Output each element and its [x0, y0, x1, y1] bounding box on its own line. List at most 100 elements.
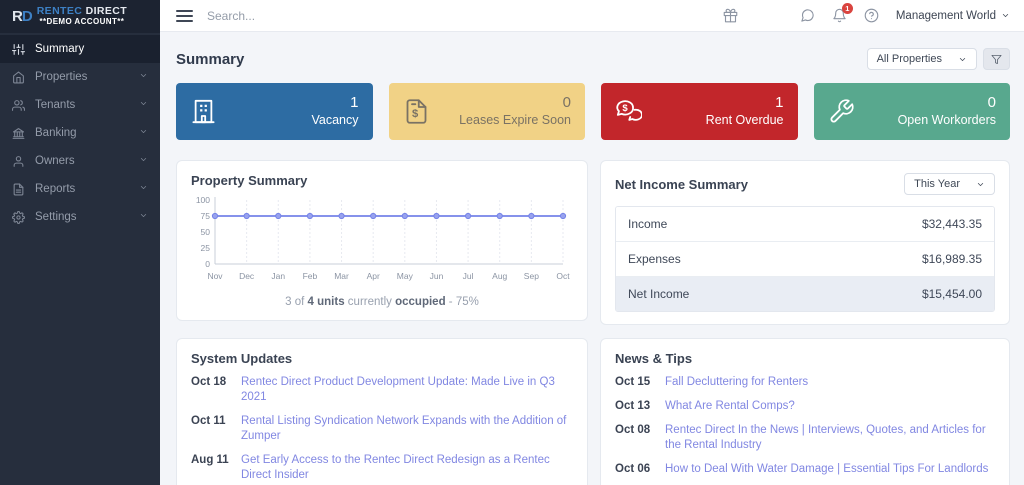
search-input[interactable]: [207, 8, 507, 23]
svg-text:Mar: Mar: [334, 271, 349, 281]
news-item: Oct 08 Rentec Direct In the News | Inter…: [615, 423, 995, 453]
stat-cards-row: 1 Vacancy $ 0 Leases Expire Soon $ 1 Ren: [176, 83, 1010, 140]
sidebar-item-label: Properties: [35, 71, 88, 83]
news-tips-title: News & Tips: [615, 351, 693, 366]
bell-icon[interactable]: 1: [832, 3, 853, 23]
gift-icon[interactable]: [723, 8, 738, 23]
chevron-down-icon: [959, 57, 966, 61]
open-workorders-count: 0: [987, 94, 996, 112]
vacancy-card[interactable]: 1 Vacancy: [176, 83, 373, 140]
sidebar-item-settings[interactable]: Settings: [0, 203, 160, 231]
svg-text:Jun: Jun: [430, 271, 444, 281]
update-link[interactable]: Rentec Direct Product Development Update…: [241, 375, 573, 405]
svg-text:25: 25: [201, 243, 211, 253]
filter-button[interactable]: [983, 48, 1010, 70]
rent-overdue-label: Rent Overdue: [705, 113, 784, 128]
demo-account-label: **DEMO ACCOUNT**: [39, 16, 125, 26]
sidebar-item-label: Summary: [35, 43, 85, 55]
topbar: 1 Management World: [160, 0, 1024, 32]
sidebar-item-label: Owners: [35, 155, 75, 167]
sidebar-item-banking[interactable]: Banking: [0, 119, 160, 147]
news-tips-card: News & Tips Oct 15 Fall Decluttering for…: [600, 338, 1010, 485]
chevron-down-icon: [139, 127, 148, 139]
chevron-down-icon: [139, 99, 148, 111]
sliders-icon: [12, 43, 25, 55]
leases-expire-label: Leases Expire Soon: [459, 113, 571, 128]
expenses-label: Expenses: [628, 252, 681, 266]
news-link[interactable]: How to Deal With Water Damage | Essentia…: [665, 462, 988, 477]
property-filter-select[interactable]: All Properties: [866, 48, 977, 70]
sidebar-item-summary[interactable]: Summary: [0, 35, 160, 63]
net-income-label: Net Income: [628, 287, 690, 301]
open-workorders-label: Open Workorders: [897, 113, 996, 128]
sidebar-item-owners[interactable]: Owners: [0, 147, 160, 175]
system-updates-title: System Updates: [191, 351, 293, 366]
app-window: RD RENTEC DIRECT **DEMO ACCOUNT** Summar…: [0, 0, 1024, 485]
svg-text:$: $: [412, 108, 419, 120]
users-icon: [12, 99, 25, 111]
svg-text:Nov: Nov: [207, 271, 223, 281]
page-title: Summary: [176, 50, 245, 68]
update-link[interactable]: Get Early Access to the Rentec Direct Re…: [241, 453, 573, 483]
document-icon: [13, 183, 24, 195]
chevron-down-icon: [1002, 14, 1009, 18]
vacancy-label: Vacancy: [311, 113, 359, 128]
period-select[interactable]: This Year: [904, 173, 995, 195]
sidebar-item-label: Tenants: [35, 99, 76, 111]
rent-overdue-card[interactable]: $ 1 Rent Overdue: [601, 83, 798, 140]
gear-icon: [12, 210, 25, 224]
svg-text:Aug: Aug: [492, 271, 507, 281]
leases-expire-card[interactable]: $ 0 Leases Expire Soon: [388, 83, 585, 140]
chevron-down-icon: [977, 182, 984, 186]
svg-text:Feb: Feb: [303, 271, 318, 281]
sidebar: RD RENTEC DIRECT **DEMO ACCOUNT** Summar…: [0, 0, 160, 485]
account-menu[interactable]: Management World: [896, 10, 1010, 22]
net-income-table: Income $32,443.35 Expenses $16,989.35 Ne…: [615, 206, 995, 312]
news-date: Oct 06: [615, 462, 651, 475]
expenses-value: $16,989.35: [921, 252, 982, 266]
sidebar-item-label: Banking: [35, 127, 77, 139]
building-icon: [192, 99, 215, 124]
chevron-down-icon: [139, 71, 148, 83]
update-link[interactable]: Rental Listing Syndication Network Expan…: [241, 414, 573, 444]
svg-text:50: 50: [201, 227, 211, 237]
funnel-icon: [991, 54, 1002, 64]
open-workorders-card[interactable]: 0 Open Workorders: [813, 83, 1010, 140]
news-item: Oct 06 How to Deal With Water Damage | E…: [615, 462, 995, 477]
svg-text:Oct: Oct: [556, 271, 570, 281]
brand-logo: RD RENTEC DIRECT **DEMO ACCOUNT**: [0, 0, 160, 33]
update-date: Aug 11: [191, 453, 229, 466]
property-summary-card: Property Summary Nov Dec Jan Feb Mar Apr May Ju…: [176, 160, 588, 321]
account-name: Management World: [895, 9, 996, 22]
help-icon[interactable]: [864, 8, 879, 23]
topbar-icons: 1 Management World: [723, 3, 1010, 23]
news-item: Oct 15 Fall Decluttering for Renters: [615, 375, 995, 390]
rent-overdue-count: 1: [775, 94, 784, 112]
sidebar-menu: Summary Properties Tenants Banking Owner…: [0, 33, 160, 231]
svg-text:Jan: Jan: [271, 271, 285, 281]
news-link[interactable]: Fall Decluttering for Renters: [665, 375, 808, 390]
chevron-down-icon: [139, 183, 148, 195]
sidebar-item-properties[interactable]: Properties: [0, 63, 160, 91]
news-link[interactable]: What Are Rental Comps?: [665, 399, 795, 414]
news-date: Oct 13: [615, 399, 651, 412]
property-filter-value: All Properties: [876, 53, 942, 65]
news-date: Oct 15: [615, 376, 651, 388]
sidebar-item-tenants[interactable]: Tenants: [0, 91, 160, 119]
svg-text:Sep: Sep: [524, 271, 539, 281]
income-row: Income $32,443.35: [616, 207, 994, 241]
main-area: 1 Management World Summary All Propertie…: [160, 0, 1024, 485]
chat-icon[interactable]: [800, 8, 815, 23]
net-income-row: Net Income $15,454.00: [616, 276, 994, 311]
content: Summary All Properties 1 Vacancy $ 0 Lea…: [160, 32, 1024, 485]
home-icon: [13, 71, 24, 83]
hamburger-menu-icon[interactable]: [174, 8, 195, 24]
sidebar-item-reports[interactable]: Reports: [0, 175, 160, 203]
svg-text:100: 100: [196, 195, 210, 205]
chevron-down-icon: [139, 211, 148, 223]
svg-text:Apr: Apr: [367, 271, 380, 281]
lease-document-icon: $: [406, 99, 426, 124]
rentec-monogram-icon: RD: [12, 8, 33, 25]
chevron-down-icon: [139, 155, 148, 167]
news-link[interactable]: Rentec Direct In the News | Interviews, …: [665, 423, 995, 453]
